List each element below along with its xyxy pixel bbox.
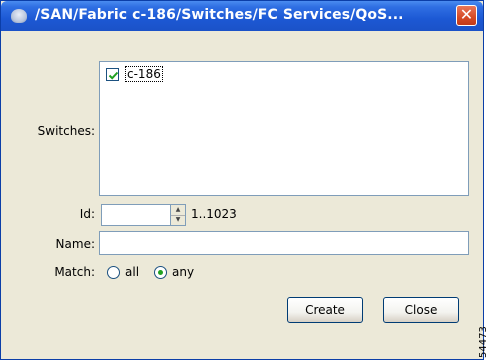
checkmark-icon [108, 71, 119, 80]
radio-selected-dot [158, 270, 163, 275]
close-button[interactable]: Close [383, 297, 459, 323]
match-all-label[interactable]: all [125, 265, 139, 279]
switch-checkbox-c186[interactable] [106, 68, 119, 81]
switches-label: Switches: [37, 124, 95, 138]
id-spinner[interactable]: ▲ ▼ [171, 204, 186, 226]
switches-list[interactable]: c-186 [99, 61, 469, 196]
switch-item-label[interactable]: c-186 [125, 66, 163, 82]
close-window-button[interactable]: ✕ [456, 5, 477, 26]
create-button[interactable]: Create [287, 297, 363, 323]
id-label: Id: [79, 207, 95, 221]
close-icon: ✕ [459, 5, 474, 24]
id-input[interactable] [101, 204, 171, 226]
match-any-label[interactable]: any [172, 265, 194, 279]
match-any-radio[interactable] [154, 266, 167, 279]
chevron-down-icon[interactable]: ▼ [171, 215, 185, 225]
app-globe-icon [11, 9, 27, 23]
figure-id: 54473 [478, 326, 489, 358]
name-input[interactable] [99, 231, 469, 255]
dialog-window: /SAN/Fabric c-186/Switches/FC Services/Q… [0, 0, 484, 360]
window-title: /SAN/Fabric c-186/Switches/FC Services/Q… [35, 7, 404, 23]
title-bar[interactable]: /SAN/Fabric c-186/Switches/FC Services/Q… [1, 1, 483, 31]
name-label: Name: [55, 237, 95, 251]
match-label: Match: [54, 265, 95, 279]
id-range: 1..1023 [191, 207, 237, 221]
match-all-radio[interactable] [107, 266, 120, 279]
